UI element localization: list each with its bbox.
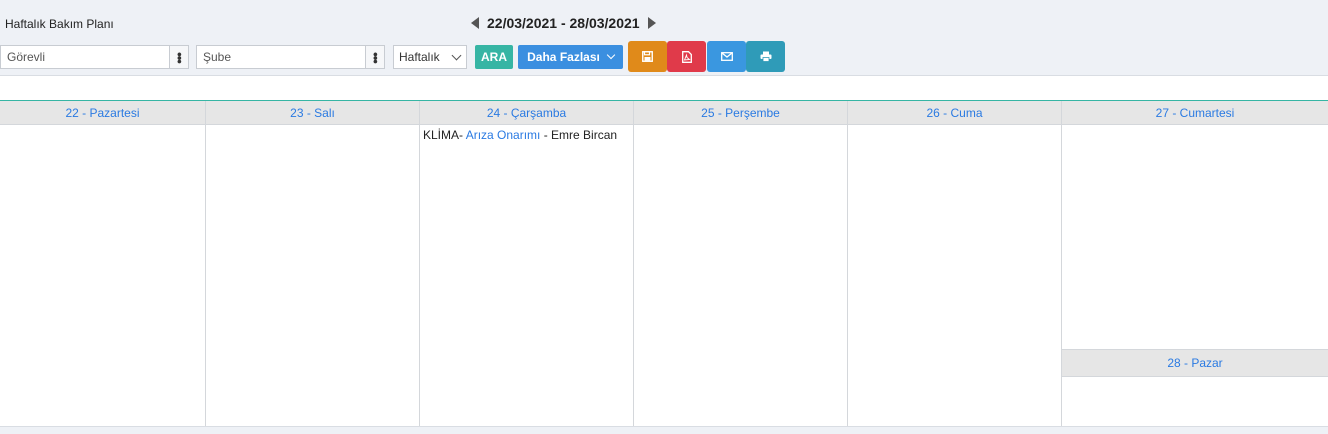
day-header: 22 - Pazartesi (0, 101, 205, 125)
save-button[interactable] (628, 41, 667, 72)
day-header: 23 - Salı (206, 101, 419, 125)
day-column-tuesday[interactable]: 23 - Salı (206, 101, 420, 427)
day-column-thursday[interactable]: 25 - Perşembe (634, 101, 848, 427)
page-title: Haftalık Bakım Planı (5, 17, 114, 31)
pdf-file-icon (681, 50, 692, 63)
event-task-link[interactable]: Arıza Onarımı (466, 128, 541, 142)
day-header: 27 - Cumartesi (1062, 101, 1328, 125)
period-select-value: Haftalık (399, 50, 440, 64)
toolbar: Haftalık Bakım Planı 22/03/2021 - 28/03/… (0, 0, 1328, 76)
chevron-down-icon (606, 50, 616, 60)
date-range-label: 22/03/2021 - 28/03/2021 (487, 15, 640, 31)
day-column-wednesday[interactable]: 24 - Çarşamba KLİMA- Arıza Onarımı - Emr… (420, 101, 634, 427)
print-button[interactable] (746, 41, 785, 72)
day-column-friday[interactable]: 26 - Cuma (848, 101, 1062, 427)
assignee-field[interactable]: ••• (0, 45, 189, 69)
branch-field[interactable]: ••• (196, 45, 385, 69)
next-week-arrow-icon[interactable] (647, 17, 656, 29)
branch-input[interactable] (197, 46, 384, 68)
envelope-icon (720, 52, 733, 61)
send-mail-button[interactable] (707, 41, 746, 72)
more-options-label: Daha Fazlası (527, 50, 600, 64)
chevron-down-icon (451, 50, 462, 61)
weekly-calendar: 22 - Pazartesi 23 - Salı 24 - Çarşamba K… (0, 100, 1328, 427)
previous-week-arrow-icon[interactable] (471, 17, 479, 29)
day-header: 24 - Çarşamba (420, 101, 633, 125)
export-pdf-button[interactable] (667, 41, 706, 72)
event-prefix: KLİMA- (423, 128, 464, 142)
date-navigator: 22/03/2021 - 28/03/2021 (471, 14, 656, 32)
day-column-weekend[interactable]: 27 - Cumartesi 28 - Pazar (1062, 101, 1328, 427)
day-header: 26 - Cuma (848, 101, 1061, 125)
period-select[interactable]: Haftalık (393, 45, 467, 69)
search-button[interactable]: ARA (475, 45, 513, 69)
more-options-button[interactable]: Daha Fazlası (518, 45, 623, 69)
day-column-monday[interactable]: 22 - Pazartesi (0, 101, 206, 427)
bottom-bar (0, 426, 1328, 434)
printer-icon (760, 51, 771, 62)
assignee-input[interactable] (1, 46, 188, 68)
event-assignee: - Emre Bircan (540, 128, 618, 142)
day-header: 25 - Perşembe (634, 101, 847, 125)
calendar-event[interactable]: KLİMA- Arıza Onarımı - Emre Bircan (420, 125, 633, 145)
day-header-sunday: 28 - Pazar (1062, 349, 1328, 377)
floppy-disk-icon (642, 51, 653, 62)
branch-options-icon[interactable]: ••• (365, 46, 384, 68)
assignee-options-icon[interactable]: ••• (169, 46, 188, 68)
